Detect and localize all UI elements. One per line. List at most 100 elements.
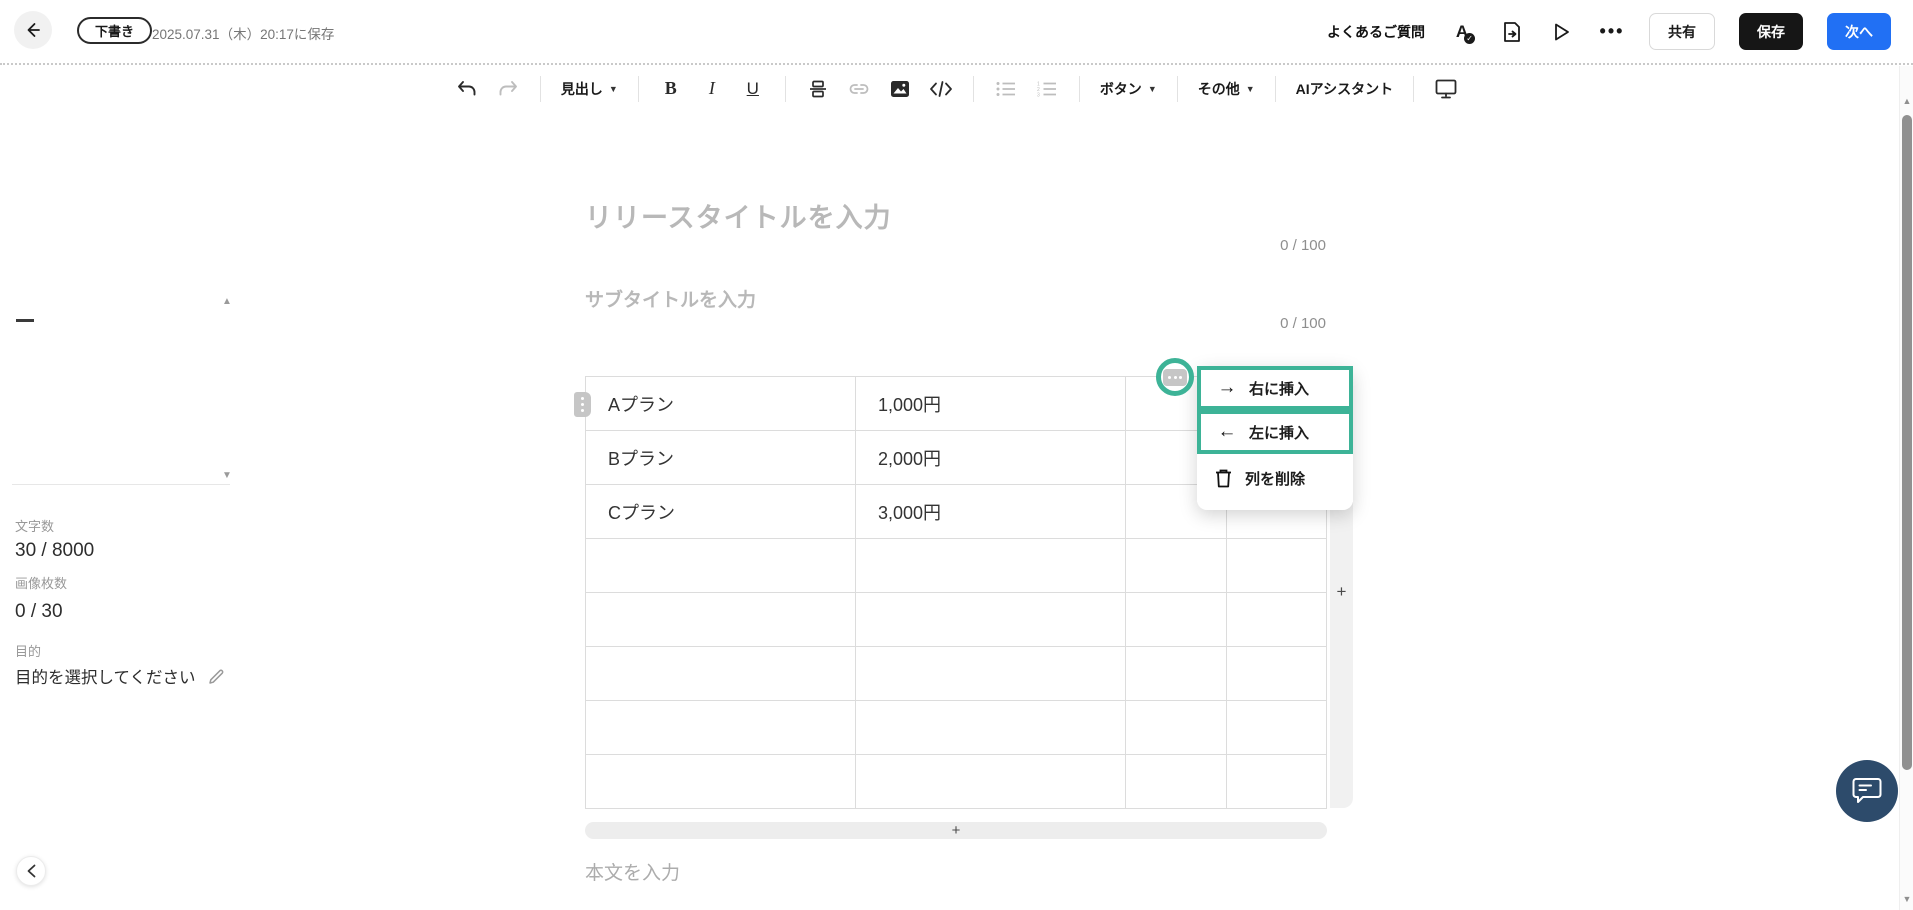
chevron-down-icon: ▼	[1147, 83, 1157, 94]
scrollbar-up-icon[interactable]: ▲	[1902, 96, 1912, 106]
table-cell[interactable]	[1227, 593, 1327, 647]
table-cell[interactable]	[856, 647, 1126, 701]
table-cell[interactable]: 2,000円	[856, 431, 1126, 485]
ai-assistant-button[interactable]: AIアシスタント	[1296, 79, 1393, 99]
sidebar-collapse-button[interactable]	[16, 856, 46, 886]
table-cell[interactable]	[856, 755, 1126, 809]
italic-button[interactable]: I	[700, 77, 724, 101]
toolbar-separator	[637, 75, 639, 102]
editor-toolbar: 見出し ▼ B I U 123 ボタン ▼ その他 ▼ AIアシスタント	[0, 65, 1913, 112]
table-cell[interactable]	[1126, 647, 1227, 701]
underline-button[interactable]: U	[741, 77, 765, 101]
sidebar-scroll-down-icon[interactable]: ▼	[222, 470, 232, 481]
plus-icon: +	[1336, 582, 1347, 601]
table-cell[interactable]: 3,000円	[856, 485, 1126, 539]
table-cell[interactable]	[1227, 647, 1327, 701]
pencil-icon	[208, 669, 223, 684]
menu-item-insert-right[interactable]: → 右に挿入	[1197, 366, 1353, 410]
more-options-icon[interactable]: •••	[1599, 19, 1625, 45]
table-cell[interactable]	[1227, 701, 1327, 755]
char-count-label: 文字数	[15, 519, 55, 534]
others-dropdown[interactable]: その他 ▼	[1198, 79, 1255, 99]
table-cell[interactable]	[1227, 539, 1327, 593]
body-text-input[interactable]: 本文を入力	[585, 858, 680, 885]
table-cell[interactable]	[856, 539, 1126, 593]
arrow-left-icon: ←	[1217, 421, 1237, 442]
svg-text:3: 3	[1037, 92, 1040, 97]
table-cell[interactable]: 1,000円	[856, 377, 1126, 431]
proofread-icon[interactable]: A ✓	[1449, 19, 1476, 45]
table-cell[interactable]	[1126, 539, 1227, 593]
export-document-icon[interactable]	[1499, 19, 1525, 45]
top-bar: 下書き 2025.07.31（木）20:17に保存 よくあるご質問 A ✓ •••…	[0, 0, 1913, 63]
table-cell[interactable]: Bプラン	[586, 431, 856, 485]
toolbar-separator	[1413, 75, 1415, 102]
table-cell[interactable]	[1126, 701, 1227, 755]
title-char-counter: 0 / 100	[1280, 237, 1326, 254]
image-count-label: 画像枚数	[15, 576, 68, 591]
toolbar-separator	[1176, 75, 1178, 102]
row-drag-handle[interactable]	[574, 392, 591, 417]
toolbar-separator	[784, 75, 786, 102]
toolbar-separator	[972, 75, 974, 102]
arrow-right-icon: →	[1217, 377, 1237, 398]
table-cell[interactable]	[586, 755, 856, 809]
chevron-left-icon	[27, 864, 35, 878]
numbered-list-icon[interactable]: 123	[1035, 77, 1059, 101]
subtitle-char-counter: 0 / 100	[1280, 315, 1326, 332]
save-button[interactable]: 保存	[1739, 13, 1803, 50]
table-cell[interactable]	[856, 701, 1126, 755]
table-cell[interactable]: Cプラン	[586, 485, 856, 539]
table-cell[interactable]	[856, 593, 1126, 647]
menu-item-insert-left[interactable]: ← 左に挿入	[1197, 410, 1353, 454]
next-button[interactable]: 次へ	[1827, 13, 1891, 50]
purpose-selector[interactable]: 目的を選択してください	[15, 664, 225, 688]
toolbar-separator	[1078, 75, 1080, 102]
table-cell[interactable]	[586, 701, 856, 755]
preview-monitor-icon[interactable]	[1434, 77, 1458, 101]
subtitle-input[interactable]: サブタイトルを入力	[585, 285, 756, 312]
page-scrollbar[interactable]: ▲ ▼	[1899, 66, 1913, 910]
thumbnail-placeholder-dash[interactable]	[16, 319, 34, 322]
table-cell[interactable]	[1126, 593, 1227, 647]
table-cell[interactable]	[1227, 755, 1327, 809]
chat-support-button[interactable]	[1836, 760, 1898, 822]
bullet-list-icon[interactable]	[994, 77, 1018, 101]
toolbar-separator	[1274, 75, 1276, 102]
heading-dropdown[interactable]: 見出し ▼	[561, 79, 618, 99]
add-row-bar[interactable]: +	[585, 822, 1327, 839]
chevron-down-icon: ▼	[1245, 83, 1255, 94]
column-menu-highlight-ring	[1156, 358, 1194, 396]
faq-link[interactable]: よくあるご質問	[1327, 22, 1425, 42]
back-button[interactable]	[14, 11, 52, 49]
purpose-label: 目的	[15, 644, 42, 659]
scrollbar-thumb[interactable]	[1902, 115, 1912, 770]
release-title-input[interactable]: リリースタイトルを入力	[585, 196, 892, 235]
toolbar-separator	[539, 75, 541, 102]
undo-icon[interactable]	[455, 77, 479, 101]
sidebar-divider	[12, 484, 230, 485]
plus-icon: +	[951, 822, 961, 839]
image-icon[interactable]	[888, 77, 912, 101]
scrollbar-down-icon[interactable]: ▼	[1902, 894, 1912, 904]
share-button[interactable]: 共有	[1649, 13, 1715, 50]
trash-icon	[1212, 469, 1234, 488]
button-dropdown[interactable]: ボタン ▼	[1100, 79, 1157, 99]
preview-play-icon[interactable]	[1549, 19, 1575, 45]
code-icon[interactable]	[929, 77, 953, 101]
link-icon[interactable]	[847, 77, 871, 101]
menu-item-delete-column[interactable]: 列を削除	[1197, 454, 1353, 502]
table-cell[interactable]	[586, 539, 856, 593]
table-cell[interactable]	[1126, 755, 1227, 809]
sidebar: ▲ ▼ 文字数 30 / 8000 画像枚数 0 / 30 目的 目的を選択して…	[0, 112, 238, 910]
table-cell[interactable]: Aプラン	[586, 377, 856, 431]
table-cell[interactable]	[586, 647, 856, 701]
column-menu-button[interactable]	[1163, 368, 1187, 386]
saved-timestamp: 2025.07.31（木）20:17に保存	[152, 27, 335, 42]
bold-button[interactable]: B	[659, 77, 683, 101]
sidebar-scroll-up-icon[interactable]: ▲	[222, 296, 232, 307]
divider-insert-icon[interactable]	[806, 77, 830, 101]
table-cell[interactable]	[586, 593, 856, 647]
char-count-value: 30 / 8000	[15, 540, 95, 561]
redo-icon[interactable]	[496, 77, 520, 101]
